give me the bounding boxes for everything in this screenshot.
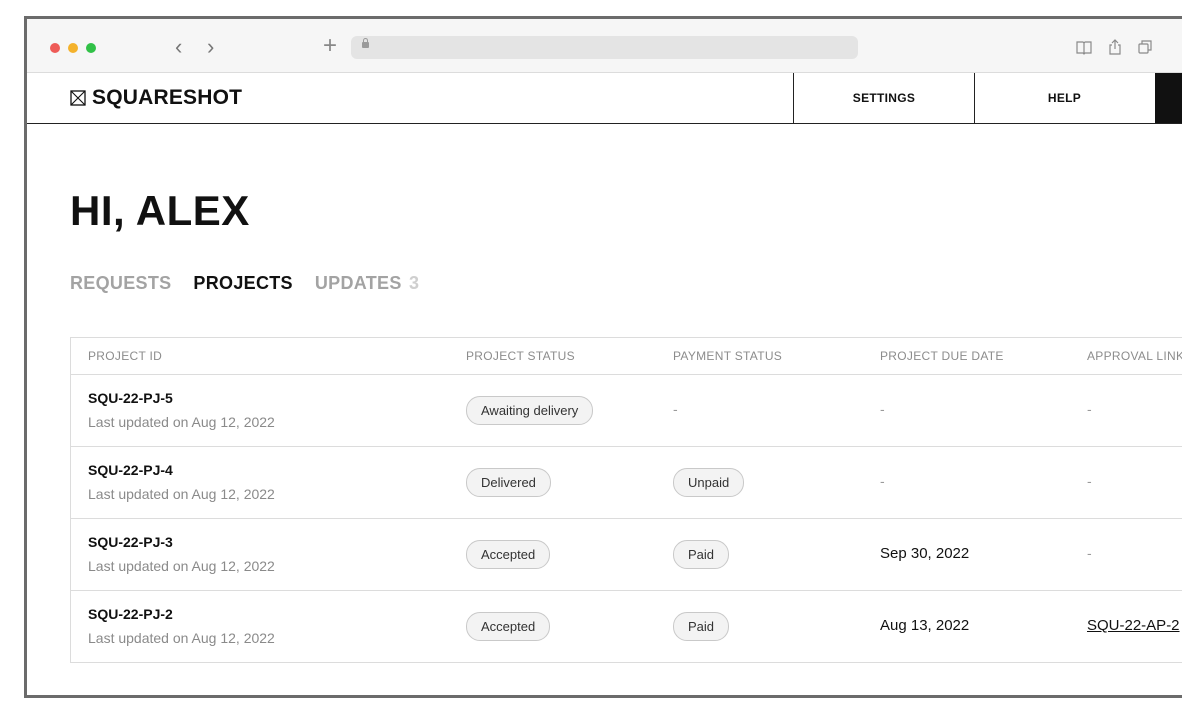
payment-status-badge: Paid [673,612,730,641]
reader-icon[interactable] [1076,39,1092,55]
zoom-window-button[interactable] [86,43,96,53]
column-header-payment-status: PAYMENT STATUS [673,349,783,363]
project-status-badge: Accepted [466,612,551,641]
approval-link[interactable]: SQU-22-AP-2 [1087,617,1180,634]
last-updated: Last updated on Aug 12, 2022 [88,558,275,574]
due-date: - [880,401,885,417]
last-updated: Last updated on Aug 12, 2022 [88,486,275,502]
project-id: SQU-22-PJ-5 [88,390,173,406]
approval-link: - [1087,545,1092,561]
due-date: Aug 13, 2022 [880,617,970,634]
projects-table: PROJECT ID PROJECT STATUS PAYMENT STATUS… [70,337,1182,663]
logo-square-icon [70,90,86,106]
approval-link: - [1087,401,1092,417]
tab-updates-label: UPDATES [314,273,402,293]
browser-window: ‹ › + SQUARESHOT SETTINGS HELP HI, ALEX [24,16,1182,698]
table-row[interactable]: SQU-22-PJ-5 Last updated on Aug 12, 2022… [71,375,1182,447]
tabs-icon[interactable] [1137,39,1153,55]
lock-icon [362,38,369,48]
new-tab-plus-icon[interactable]: + [323,33,337,59]
last-updated: Last updated on Aug 12, 2022 [88,630,275,646]
logo[interactable]: SQUARESHOT [70,86,242,110]
forward-arrow-icon[interactable]: › [207,34,214,60]
tab-projects[interactable]: PROJECTS [193,273,292,294]
tab-bar: REQUESTS PROJECTS UPDATES 3 [70,273,419,294]
header-account-button[interactable] [1155,73,1182,123]
project-status-badge: Delivered [466,468,551,497]
table-header: PROJECT ID PROJECT STATUS PAYMENT STATUS… [71,338,1182,375]
project-id: SQU-22-PJ-2 [88,606,173,622]
table-row[interactable]: SQU-22-PJ-2 Last updated on Aug 12, 2022… [71,591,1182,662]
column-header-project-id: PROJECT ID [88,349,163,363]
due-date: Sep 30, 2022 [880,545,970,562]
table-row[interactable]: SQU-22-PJ-4 Last updated on Aug 12, 2022… [71,447,1182,519]
table-row[interactable]: SQU-22-PJ-3 Last updated on Aug 12, 2022… [71,519,1182,591]
back-arrow-icon[interactable]: ‹ [175,34,182,60]
project-id: SQU-22-PJ-4 [88,462,173,478]
project-id: SQU-22-PJ-3 [88,534,173,550]
payment-status-badge: Unpaid [673,468,745,497]
column-header-due-date: PROJECT DUE DATE [880,349,1004,363]
app-header: SQUARESHOT SETTINGS HELP [27,73,1182,124]
approval-link: - [1087,473,1092,489]
payment-status-badge: Paid [673,540,730,569]
column-header-approval-link: APPROVAL LINK [1087,349,1182,363]
due-date: - [880,473,885,489]
last-updated: Last updated on Aug 12, 2022 [88,414,275,430]
project-status-badge: Awaiting delivery [466,396,594,425]
payment-status: - [673,401,678,417]
logo-text: SQUARESHOT [92,86,243,109]
settings-button[interactable]: SETTINGS [793,73,974,123]
tab-updates[interactable]: UPDATES 3 [315,273,419,294]
address-bar[interactable] [351,36,858,59]
share-icon[interactable] [1107,39,1123,55]
minimize-window-button[interactable] [68,43,78,53]
close-window-button[interactable] [50,43,60,53]
updates-count-badge: 3 [408,273,420,293]
project-status-badge: Accepted [466,540,551,569]
page-title: HI, ALEX [70,187,250,234]
column-header-project-status: PROJECT STATUS [466,349,575,363]
browser-toolbar: ‹ › + [27,19,1182,73]
tab-requests[interactable]: REQUESTS [70,273,171,294]
help-button[interactable]: HELP [974,73,1154,123]
